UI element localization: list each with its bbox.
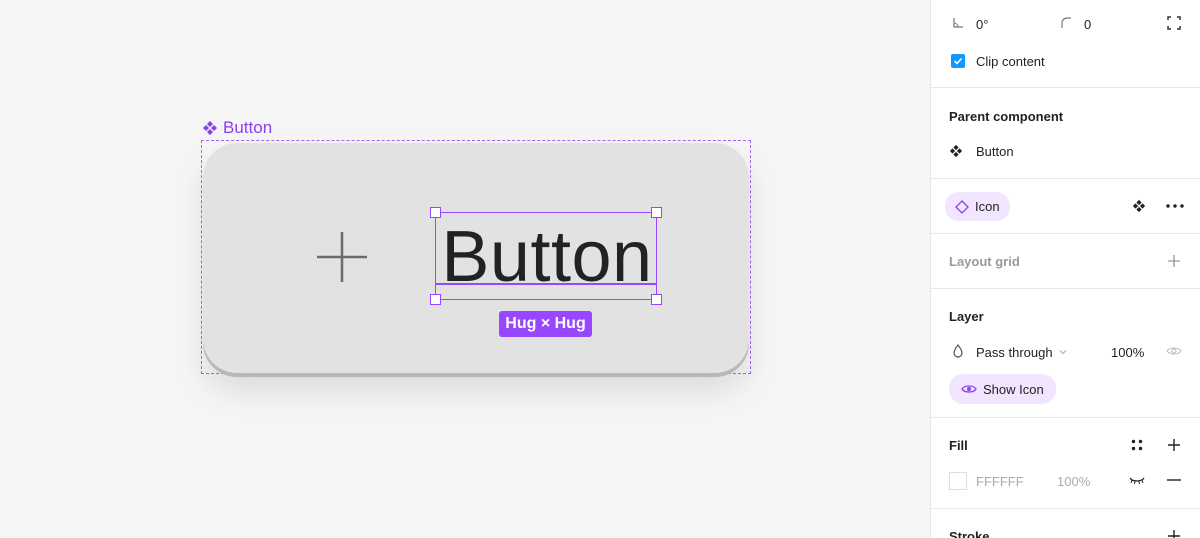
icon-property-chip[interactable]: Icon xyxy=(945,192,1010,221)
stroke-title: Stroke xyxy=(949,528,990,538)
blend-mode-icon xyxy=(951,344,965,358)
clip-content-label: Clip content xyxy=(976,53,1045,69)
plus-icon[interactable] xyxy=(317,232,367,282)
fill-opacity-value: 100% xyxy=(1057,473,1091,489)
corner-radius-icon xyxy=(1059,16,1073,30)
rotation-value: 0° xyxy=(976,16,989,32)
text-selection-box xyxy=(435,212,657,300)
blend-mode-dropdown[interactable]: Pass through xyxy=(976,343,1067,361)
layout-grid-section: Layout grid xyxy=(931,234,1200,289)
hidden-eye-icon[interactable] xyxy=(1128,473,1146,487)
fill-hex-field[interactable]: FFFFFF xyxy=(976,472,1024,490)
component-icon xyxy=(949,144,963,158)
independent-corners-icon[interactable] xyxy=(1167,16,1181,30)
instance-swap-icon xyxy=(955,199,969,214)
clip-content-checkbox[interactable] xyxy=(951,54,965,68)
frame-label-text: Button xyxy=(223,118,273,137)
corner-radius-field[interactable]: 0 xyxy=(1084,15,1091,33)
frame-section: 0° 0 Clip content xyxy=(931,0,1200,88)
size-badge: Hug × Hug xyxy=(499,311,592,337)
layer-opacity-field[interactable]: 100% xyxy=(1111,343,1144,361)
resize-handle-bottom-left[interactable] xyxy=(430,294,441,305)
resize-handle-bottom-right[interactable] xyxy=(651,294,662,305)
fill-color-swatch[interactable] xyxy=(949,472,967,490)
layer-section: Layer Pass through 100% Show Icon xyxy=(931,289,1200,418)
corner-radius-value: 0 xyxy=(1084,16,1092,32)
parent-component-section: Parent component Button xyxy=(931,88,1200,179)
show-icon-label: Show Icon xyxy=(983,381,1044,397)
resize-handle-top-left[interactable] xyxy=(430,207,441,218)
frame-label[interactable]: Button xyxy=(202,118,272,138)
text-baseline xyxy=(436,283,656,285)
resize-handle-top-right[interactable] xyxy=(651,207,662,218)
stroke-section: Stroke xyxy=(931,509,1200,538)
show-icon-property-chip[interactable]: Show Icon xyxy=(949,374,1056,404)
rotation-field[interactable]: 0° xyxy=(976,15,988,33)
add-fill-icon[interactable] xyxy=(1166,437,1182,453)
fill-section: Fill FFFFFF 100% xyxy=(931,418,1200,509)
component-property-section: Icon xyxy=(931,179,1200,234)
design-canvas[interactable]: Button Button Hug × Hug xyxy=(0,0,930,538)
parent-component-name: Button xyxy=(976,143,1014,159)
layer-title: Layer xyxy=(949,308,984,324)
component-instance-icon[interactable] xyxy=(1131,198,1147,214)
add-stroke-icon[interactable] xyxy=(1166,528,1182,538)
add-layout-grid-icon[interactable] xyxy=(1166,253,1182,269)
properties-panel: 0° 0 Clip content Parent component Butto… xyxy=(930,0,1200,538)
chevron-down-icon xyxy=(1059,350,1066,355)
fill-opacity-field[interactable]: 100% xyxy=(1057,472,1090,490)
parent-component-title: Parent component xyxy=(949,108,1064,124)
clip-content-row[interactable]: Clip content xyxy=(951,52,1045,70)
fill-title: Fill xyxy=(949,437,968,453)
layout-grid-title: Layout grid xyxy=(949,253,1020,269)
parent-component-link[interactable]: Button xyxy=(949,142,1014,160)
component-icon xyxy=(203,121,217,135)
eye-icon xyxy=(961,385,977,393)
more-options-icon[interactable] xyxy=(1165,198,1185,214)
icon-property-label: Icon xyxy=(975,199,1000,214)
styles-grid-icon[interactable] xyxy=(1129,437,1145,453)
layer-opacity-value: 100% xyxy=(1111,344,1145,360)
remove-fill-icon[interactable] xyxy=(1166,473,1182,487)
rotation-icon xyxy=(951,16,965,30)
visibility-eye-icon[interactable] xyxy=(1165,344,1183,358)
fill-hex-value: FFFFFF xyxy=(976,473,1024,489)
blend-mode-value: Pass through xyxy=(976,344,1053,360)
